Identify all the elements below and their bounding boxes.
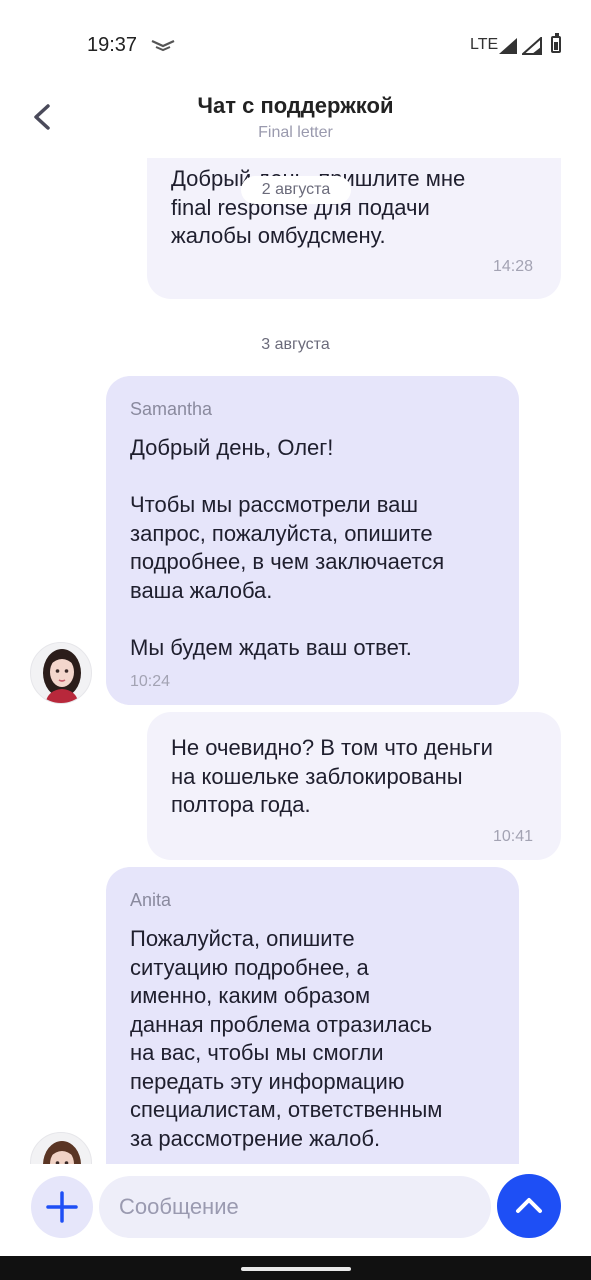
message-time: 10:24 xyxy=(130,673,171,690)
chat-subtitle: Final letter xyxy=(258,124,333,141)
plus-icon xyxy=(46,1191,78,1223)
message-bubble-incoming[interactable]: Anita Пожалуйста, опишите ситуацию подро… xyxy=(106,867,519,1164)
message-text: Добрый день, Олег! Чтобы мы рассмотрели … xyxy=(130,435,445,660)
sender-name: Samantha xyxy=(130,399,213,419)
attach-button[interactable] xyxy=(31,1176,93,1238)
chat-header: Чат с поддержкой Final letter xyxy=(0,88,591,158)
message-text: Добрый день, пришлите мне final response… xyxy=(171,166,466,248)
message-bubble-incoming[interactable]: Samantha Добрый день, Олег! Чтобы мы рас… xyxy=(106,376,519,705)
message-bubble-outgoing[interactable]: Не очевидно? В том что деньги на кошельк… xyxy=(147,712,561,860)
system-nav-bar xyxy=(0,1256,591,1280)
network-type: LTE xyxy=(470,36,499,53)
message-input[interactable] xyxy=(99,1176,491,1238)
signal-icon xyxy=(498,37,518,60)
message-time: 10:41 xyxy=(492,828,533,845)
message-time: 14:28 xyxy=(492,258,533,275)
chat-title: Чат с поддержкой xyxy=(197,93,394,118)
date-separator: 3 августа xyxy=(261,336,330,353)
status-bar: 19:37 LTE xyxy=(0,0,591,90)
message-bubble-outgoing[interactable]: Добрый день, пришлите мне final response… xyxy=(147,158,561,299)
message-text: Пожалуйста, опишите ситуацию подробнее, … xyxy=(130,926,443,1151)
home-handle[interactable] xyxy=(241,1267,351,1271)
status-time: 19:37 xyxy=(87,34,138,56)
notification-icon xyxy=(150,38,176,57)
message-list[interactable]: Добрый день, пришлите мне final response… xyxy=(0,158,591,1164)
signal-icon xyxy=(520,35,542,60)
scroll-to-bottom-button[interactable] xyxy=(497,1174,561,1238)
battery-icon xyxy=(551,33,561,53)
chevron-up-icon xyxy=(516,1198,542,1213)
message-text: Не очевидно? В том что деньги на кошельк… xyxy=(171,735,493,817)
message-composer xyxy=(0,1164,591,1256)
avatar xyxy=(30,642,92,704)
sender-name: Anita xyxy=(130,890,172,910)
floating-date-label: 2 августа xyxy=(241,176,351,204)
avatar xyxy=(30,1132,92,1164)
